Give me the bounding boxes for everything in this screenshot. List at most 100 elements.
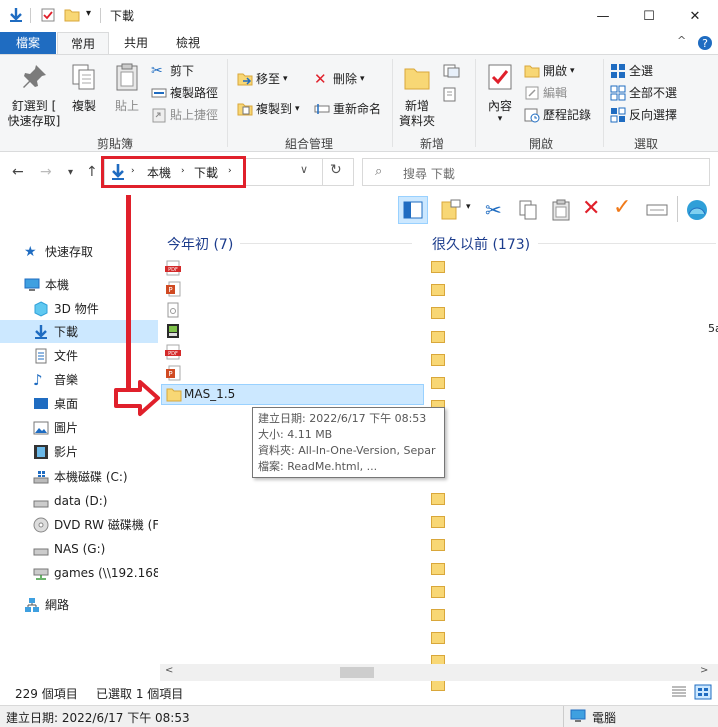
folder-icon[interactable] — [431, 516, 445, 529]
forward-arrow-icon[interactable]: → — [40, 164, 52, 180]
maximize-button[interactable]: ☐ — [626, 0, 672, 32]
generic-file-icon[interactable] — [165, 302, 181, 318]
details-view-icon[interactable] — [671, 685, 687, 699]
paste-button[interactable]: 貼上 — [108, 61, 146, 114]
edit-button[interactable]: 編輯 — [524, 83, 567, 103]
folder-icon[interactable] — [431, 539, 445, 552]
nav-data-drive[interactable]: data (D:) — [0, 489, 158, 512]
help-icon[interactable]: ? — [697, 35, 713, 51]
pin-quick-access-button[interactable]: 釘選到 [ 快速存取] — [6, 61, 62, 129]
tooltip-size: 大小: 4.11 MB — [258, 428, 333, 441]
properties-check-icon[interactable] — [40, 7, 56, 23]
up-arrow-icon[interactable]: ↑ — [86, 164, 98, 180]
pdf-file-icon[interactable]: PDF — [165, 260, 181, 276]
large-icons-view-icon[interactable] — [694, 684, 712, 700]
nav-label: 網路 — [45, 598, 70, 612]
nav-downloads[interactable]: 下載 — [0, 320, 158, 343]
tab-share[interactable]: 共用 — [110, 32, 162, 54]
shell-toolbar-icon[interactable] — [685, 198, 709, 222]
back-arrow-icon[interactable]: ← — [12, 164, 24, 180]
new-item-icon[interactable] — [442, 63, 462, 79]
nav-local-disk[interactable]: 本機磁碟 (C:) — [0, 465, 158, 488]
rename-button[interactable]: 重新命名 — [314, 99, 381, 119]
select-all-button[interactable]: 全選 — [610, 61, 653, 81]
search-input[interactable]: 搜尋 下載 — [403, 165, 455, 182]
address-dropdown-icon[interactable]: ∨ — [300, 163, 308, 176]
new-folder-icon[interactable] — [64, 7, 80, 23]
paste-toolbar-icon[interactable] — [549, 198, 573, 222]
tab-home[interactable]: 常用 — [57, 32, 109, 54]
horizontal-scrollbar[interactable]: < > — [160, 664, 718, 681]
windows-drive-icon — [33, 470, 49, 483]
select-none-button[interactable]: 全部不選 — [610, 83, 677, 103]
quick-access-dropdown-icon[interactable]: ▾ — [86, 8, 91, 19]
network-icon — [25, 597, 39, 612]
properties-button[interactable]: 內容 ▾ — [482, 61, 518, 124]
cut-toolbar-icon[interactable]: ✂ — [485, 198, 502, 222]
scroll-thumb[interactable] — [340, 667, 374, 678]
nav-network[interactable]: 網路 — [0, 593, 158, 616]
new-folder-button[interactable]: 新增 資料夾 — [396, 61, 438, 129]
nav-videos[interactable]: 影片 — [0, 440, 158, 463]
group-header-recent[interactable]: 今年初 (7) — [167, 234, 233, 254]
copy-path-button[interactable]: 複製路徑 — [151, 83, 218, 103]
paste-shortcut-button[interactable]: 貼上捷徑 — [151, 105, 218, 125]
collapse-ribbon-icon[interactable]: ^ — [677, 34, 686, 47]
folder-icon[interactable] — [431, 585, 445, 598]
preview-pane-button[interactable] — [398, 196, 428, 224]
easy-access-icon[interactable] — [442, 87, 462, 103]
folder-icon[interactable] — [431, 493, 445, 505]
folder-icon[interactable] — [431, 261, 445, 273]
powerpoint-file-icon[interactable]: P — [165, 281, 181, 297]
folder-icon[interactable] — [431, 353, 445, 366]
nav-dvd-drive[interactable]: DVD RW 磁碟機 (F: — [0, 513, 158, 536]
refresh-icon[interactable]: ↻ — [330, 162, 342, 178]
nav-quick-access[interactable]: ★ 快速存取 — [0, 240, 158, 263]
delete-button[interactable]: ✕ 刪除 ▾ — [314, 69, 365, 89]
nav-this-pc[interactable]: 本機 — [0, 273, 158, 296]
copy-toolbar-icon[interactable] — [516, 198, 540, 222]
copy-button[interactable]: 複製 — [66, 61, 102, 114]
details-bar: 建立日期: 2022/6/17 下午 08:53 電腦 — [0, 705, 718, 727]
nav-documents[interactable]: 文件 — [0, 344, 158, 367]
rename-toolbar-icon[interactable] — [645, 198, 669, 222]
folder-icon[interactable] — [431, 377, 445, 389]
chevron-down-icon[interactable]: ▾ — [466, 202, 471, 212]
folder-icon[interactable] — [431, 632, 445, 645]
scroll-left-icon[interactable]: < — [165, 665, 173, 676]
folder-icon[interactable] — [431, 330, 445, 343]
nav-nas-drive[interactable]: NAS (G:) — [0, 537, 158, 560]
folder-icon[interactable] — [431, 562, 445, 575]
folder-icon[interactable] — [431, 609, 445, 621]
invert-selection-button[interactable]: 反向選擇 — [610, 105, 677, 125]
nav-3d-objects[interactable]: 3D 物件 — [0, 297, 158, 320]
folder-icon[interactable] — [431, 307, 445, 320]
nav-pictures[interactable]: 圖片 — [0, 416, 158, 439]
tab-file[interactable]: 檔案 — [0, 32, 56, 54]
open-button[interactable]: 開啟 ▾ — [524, 61, 575, 81]
move-to-label: 移至 — [256, 72, 281, 86]
selected-folder-row[interactable]: MAS_1.5 — [161, 384, 424, 405]
search-box[interactable]: ⌕ 搜尋 下載 — [362, 158, 710, 186]
cut-label: 剪下 — [170, 64, 195, 78]
close-button[interactable]: ✕ — [672, 0, 718, 32]
nav-games-share[interactable]: games (\\192.168. — [0, 561, 158, 584]
installer-file-icon[interactable] — [165, 323, 181, 339]
tab-view[interactable]: 檢視 — [162, 32, 214, 54]
folder-icon[interactable] — [431, 284, 445, 297]
recent-locations-icon[interactable]: ▾ — [68, 167, 73, 178]
minimize-button[interactable]: — — [580, 0, 626, 32]
cut-button[interactable]: ✂ 剪下 — [151, 61, 194, 81]
pdf-file-icon[interactable]: PDF — [165, 344, 181, 360]
scroll-right-icon[interactable]: > — [700, 665, 708, 676]
powerpoint-file-icon[interactable]: P — [165, 365, 181, 381]
checkmark-toolbar-icon[interactable]: ✓ — [613, 195, 631, 220]
delete-toolbar-icon[interactable]: ✕ — [582, 196, 600, 221]
invert-selection-label: 反向選擇 — [629, 108, 678, 122]
copy-to-button[interactable]: 複製到 ▾ — [237, 99, 300, 119]
move-to-button[interactable]: 移至 ▾ — [237, 69, 288, 89]
new-folder-toolbar-icon[interactable] — [439, 198, 463, 222]
history-button[interactable]: 歷程記錄 — [524, 105, 591, 125]
preview-pane-icon — [403, 201, 423, 219]
group-header-old[interactable]: 很久以前 (173) — [432, 234, 530, 254]
